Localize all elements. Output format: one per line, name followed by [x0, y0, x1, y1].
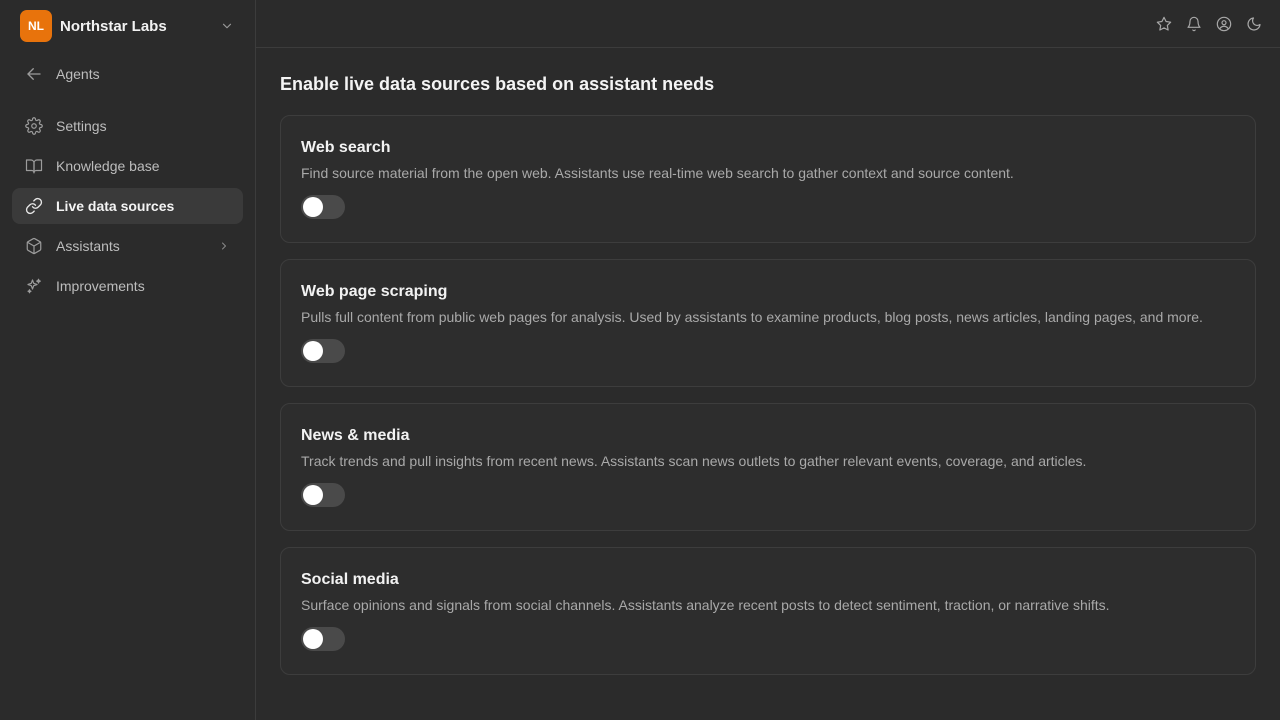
source-card-web-search: Web search Find source material from the… [280, 115, 1256, 243]
chevron-down-icon [219, 18, 235, 34]
source-card-social-media: Social media Surface opinions and signal… [280, 547, 1256, 675]
source-card-web-page-scraping: Web page scraping Pulls full content fro… [280, 259, 1256, 387]
gear-icon [24, 116, 44, 136]
sidebar-nav: Settings Knowledge base Live data source… [12, 108, 243, 304]
sidebar-item-label: Settings [56, 118, 107, 134]
web-page-scraping-toggle[interactable] [301, 339, 345, 363]
book-icon [24, 156, 44, 176]
sidebar-item-improvements[interactable]: Improvements [12, 268, 243, 304]
chevron-right-icon [217, 239, 231, 253]
sidebar-item-label: Knowledge base [56, 158, 160, 174]
toggle-knob [303, 197, 323, 217]
source-description: Find source material from the open web. … [301, 165, 1014, 181]
org-name: Northstar Labs [60, 17, 167, 35]
sidebar-item-label: Improvements [56, 278, 145, 294]
top-bar [256, 0, 1280, 48]
sidebar-item-knowledge-base[interactable]: Knowledge base [12, 148, 243, 184]
sidebar-item-label: Live data sources [56, 198, 175, 214]
back-label: Agents [56, 66, 100, 82]
source-title: Web page scraping [301, 283, 448, 300]
web-search-toggle[interactable] [301, 195, 345, 219]
org-avatar: NL [20, 10, 52, 42]
star-icon[interactable] [1154, 14, 1174, 34]
source-description: Track trends and pull insights from rece… [301, 453, 1087, 469]
toggle-knob [303, 485, 323, 505]
moon-icon[interactable] [1244, 14, 1264, 34]
arrow-left-icon [24, 64, 44, 84]
user-circle-icon[interactable] [1214, 14, 1234, 34]
sidebar-item-assistants[interactable]: Assistants [12, 228, 243, 264]
page-title: Enable live data sources based on assist… [280, 74, 715, 94]
cube-icon [24, 236, 44, 256]
sidebar-item-label: Assistants [56, 238, 120, 254]
back-to-agents-link[interactable]: Agents [12, 56, 243, 92]
sidebar: NL Northstar Labs Agents Settings Knowle… [0, 0, 256, 720]
app-root: NL Northstar Labs Agents Settings Knowle… [0, 0, 1280, 720]
org-switcher[interactable]: NL Northstar Labs [12, 10, 243, 42]
source-description: Surface opinions and signals from social… [301, 597, 1110, 613]
source-title: News & media [301, 427, 410, 444]
social-media-toggle[interactable] [301, 627, 345, 651]
toggle-knob [303, 629, 323, 649]
sidebar-item-settings[interactable]: Settings [12, 108, 243, 144]
sidebar-item-live-data-sources[interactable]: Live data sources [12, 188, 243, 224]
toggle-knob [303, 341, 323, 361]
source-description: Pulls full content from public web pages… [301, 309, 1203, 325]
source-card-news-media: News & media Track trends and pull insig… [280, 403, 1256, 531]
link-icon [24, 196, 44, 216]
main-panel: Enable live data sources based on assist… [256, 0, 1280, 720]
source-title: Social media [301, 571, 399, 588]
bell-icon[interactable] [1184, 14, 1204, 34]
sparkles-icon [24, 276, 44, 296]
live-data-sources-content: Enable live data sources based on assist… [256, 48, 1280, 675]
news-media-toggle[interactable] [301, 483, 345, 507]
source-title: Web search [301, 139, 391, 156]
